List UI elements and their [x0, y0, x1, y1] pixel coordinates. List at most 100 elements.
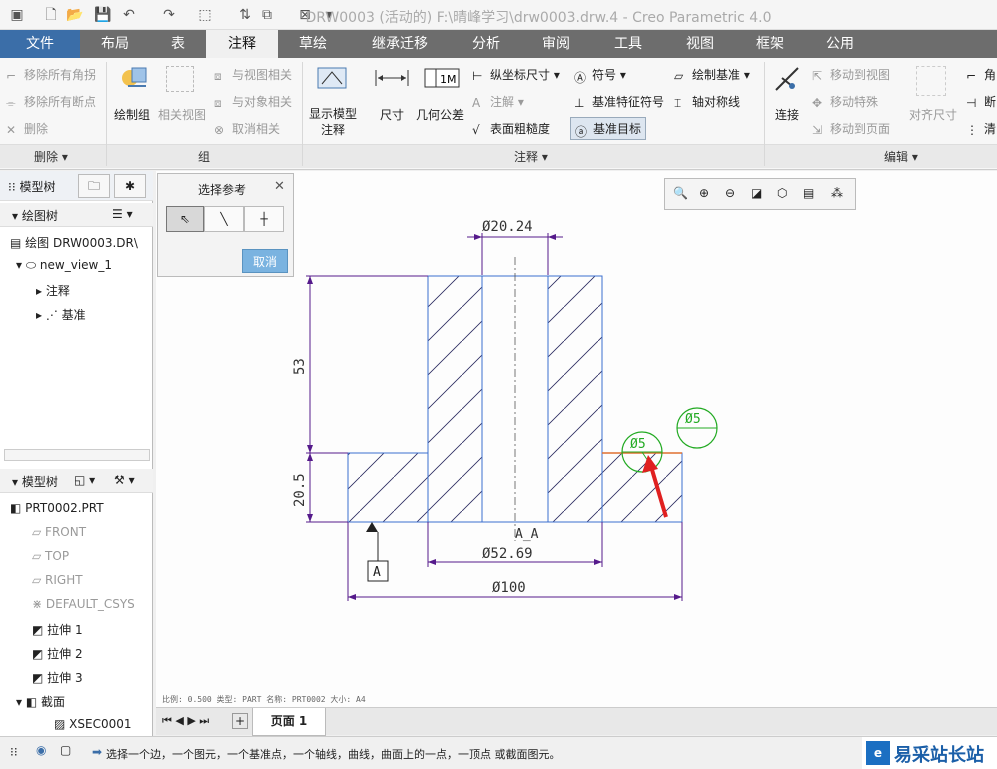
relate-to-object-button[interactable]: ⧈ 与对象相关	[214, 93, 292, 110]
dim-height-lower[interactable]: 20.5	[292, 473, 308, 507]
annotation-group-label[interactable]: 注释 ▾	[514, 148, 548, 165]
section-left-wall[interactable]	[427, 275, 483, 523]
csys-item[interactable]: ⋇ DEFAULT_CSYS	[32, 597, 135, 611]
close-icon[interactable]: ✕	[274, 179, 285, 194]
watermark: e 易采站长站	[862, 737, 997, 769]
group-group-label: 组	[198, 150, 211, 164]
view-item[interactable]: ▾ ⬭ new_view_1	[16, 258, 112, 273]
move-special-button[interactable]: ✥ 移动特殊	[812, 93, 878, 110]
page-bar: ⏮ ◀ ▶ ⏭ + 页面 1	[156, 707, 997, 736]
tab-sketch[interactable]: 草绘	[278, 30, 348, 58]
plane-right-item[interactable]: ▱ RIGHT	[32, 573, 83, 587]
section-right-wall[interactable]	[547, 275, 603, 523]
connect-button[interactable]: 连接	[775, 106, 799, 123]
datum-display-icon[interactable]: ⁂	[831, 186, 843, 200]
corner-button[interactable]: ⌐ 角	[966, 66, 996, 83]
related-view-button[interactable]: 相关视图	[158, 106, 206, 123]
tab-model-tree[interactable]: ⁝⁝ 模型树	[8, 178, 55, 195]
tab-page-1[interactable]: 页面 1	[252, 708, 326, 736]
select-pointer-button[interactable]: ⇖	[166, 206, 204, 232]
dim-overall[interactable]: Ø100	[492, 580, 526, 596]
extrude-1-item[interactable]: ◩ 拉伸 1	[32, 621, 83, 638]
draw-group-button[interactable]: 绘制组	[114, 106, 150, 123]
delete-group-label[interactable]: 删除 ▾	[34, 148, 68, 165]
extrude-3-item[interactable]: ◩ 拉伸 3	[32, 669, 83, 686]
add-page-button[interactable]: +	[232, 713, 248, 729]
datum-feature-button[interactable]: ⊥ 基准特征符号	[574, 93, 664, 110]
xsec-item[interactable]: ▨ XSEC0001	[54, 717, 132, 731]
tab-tools[interactable]: 工具	[592, 30, 664, 58]
plane-top-item[interactable]: ▱ TOP	[32, 549, 69, 563]
draw-datum-button[interactable]: ▱ 绘制基准 ▾	[674, 66, 750, 83]
edit-group-label[interactable]: 编辑 ▾	[884, 148, 918, 165]
tree-toggle-icon[interactable]: ⁝⁝	[10, 745, 18, 759]
section-label[interactable]: A_A	[515, 527, 539, 542]
dim-height-upper[interactable]: 53	[292, 358, 308, 375]
refit-icon[interactable]: 🔍	[673, 186, 688, 200]
display-style-icon[interactable]: ⬡	[777, 186, 787, 200]
section-right-flange[interactable]	[601, 452, 683, 523]
annotations-item[interactable]: ▸ 注释	[36, 282, 70, 299]
drawing-root-item[interactable]: ▤ 绘图 DRW0003.DR\	[10, 234, 138, 251]
delete-button[interactable]: ✕ 删除	[6, 120, 48, 137]
section-left-flange[interactable]	[347, 452, 429, 523]
browser-icon[interactable]: ◉	[36, 743, 46, 757]
datum-target-a-label: Ø5	[630, 437, 646, 452]
brand-logo-icon: e	[866, 741, 890, 765]
drawing-tree-toggle[interactable]: ▾ 绘图树	[12, 207, 58, 224]
tab-legacy-migration[interactable]: 继承迁移	[348, 30, 452, 58]
select-point-button[interactable]: ┼	[244, 206, 284, 232]
related-view-icon	[166, 66, 194, 92]
symbol-button[interactable]: Ⓐ 符号 ▾	[574, 66, 626, 85]
remove-all-jogs-button[interactable]: ⌐ 移除所有角拐	[6, 66, 96, 83]
tab-analysis[interactable]: 分析	[452, 30, 520, 58]
dimension-button[interactable]: 尺寸	[380, 106, 404, 123]
break-button[interactable]: ⊣ 断	[966, 93, 996, 110]
move-to-view-button[interactable]: ⇱ 移动到视图	[812, 66, 890, 83]
plane-front-item[interactable]: ▱ FRONT	[32, 525, 86, 539]
tab-annotate[interactable]: 注释	[206, 30, 278, 58]
dim-top-bore[interactable]: Ø20.24	[482, 219, 533, 235]
tab-folder-browser[interactable]: 🗀	[78, 174, 110, 198]
ordinate-dim-button[interactable]: ⊢ 纵坐标尺寸 ▾	[472, 66, 560, 83]
surface-finish-button[interactable]: √ 表面粗糙度	[472, 120, 550, 137]
tab-file[interactable]: 文件	[0, 30, 80, 58]
extrude-2-item[interactable]: ◩ 拉伸 2	[32, 645, 83, 662]
cancel-button[interactable]: 取消	[242, 249, 288, 273]
relate-object-icon: ⧈	[214, 95, 222, 110]
datum-target-button[interactable]: ⓐ 基准目标	[570, 117, 647, 140]
model-display-icon[interactable]: ◱ ▾	[74, 473, 95, 487]
model-tree-tools-icon[interactable]: ⚒ ▾	[114, 473, 135, 487]
horizontal-scrollbar[interactable]	[4, 449, 150, 461]
zoom-out-icon[interactable]: ⊖	[725, 186, 735, 200]
page-nav-icon[interactable]: ⏮ ◀ ▶ ⏭	[162, 714, 209, 728]
show-model-annotations-button[interactable]: 显示模型注释	[308, 106, 358, 138]
tab-common[interactable]: 公用	[804, 30, 876, 58]
remove-all-breaks-button[interactable]: ⌯ 移除所有断点	[6, 93, 96, 110]
tab-layout[interactable]: 布局	[80, 30, 150, 58]
tab-table[interactable]: 表	[150, 30, 206, 58]
part-root-item[interactable]: ◧ PRT0002.PRT	[10, 501, 104, 515]
sheets-icon[interactable]: ▤	[803, 186, 814, 200]
fullscreen-icon[interactable]: ▢	[60, 743, 71, 757]
tab-review[interactable]: 审阅	[520, 30, 592, 58]
relate-to-view-button[interactable]: ⧈ 与视图相关	[214, 66, 292, 83]
gtol-button[interactable]: 几何公差	[416, 106, 464, 123]
unrelate-button[interactable]: ⊗ 取消相关	[214, 120, 280, 137]
align-dimensions-button[interactable]: 对齐尺寸	[909, 106, 957, 123]
drawing-tree-settings-icon[interactable]: ☰ ▾	[112, 207, 133, 221]
note-button[interactable]: A 注解 ▾	[472, 93, 524, 110]
clean-button[interactable]: ⋮ 清	[966, 120, 996, 137]
tab-frame[interactable]: 框架	[736, 30, 804, 58]
select-line-button[interactable]: ╲	[204, 206, 244, 232]
model-tree-toggle[interactable]: ▾ 模型树	[12, 473, 58, 490]
move-to-page-button[interactable]: ⇲ 移动到页面	[812, 120, 890, 137]
sections-item[interactable]: ▾ ◧ 截面	[16, 693, 65, 710]
dim-middle[interactable]: Ø52.69	[482, 546, 533, 562]
datum-item[interactable]: ▸ ⋰ 基准	[36, 306, 86, 323]
axis-symmetry-button[interactable]: ⌶ 轴对称线	[674, 93, 740, 110]
repaint-icon[interactable]: ◪	[751, 186, 762, 200]
tab-favorites[interactable]: ✱	[114, 174, 146, 198]
tab-view[interactable]: 视图	[664, 30, 736, 58]
zoom-in-icon[interactable]: ⊕	[699, 186, 709, 200]
